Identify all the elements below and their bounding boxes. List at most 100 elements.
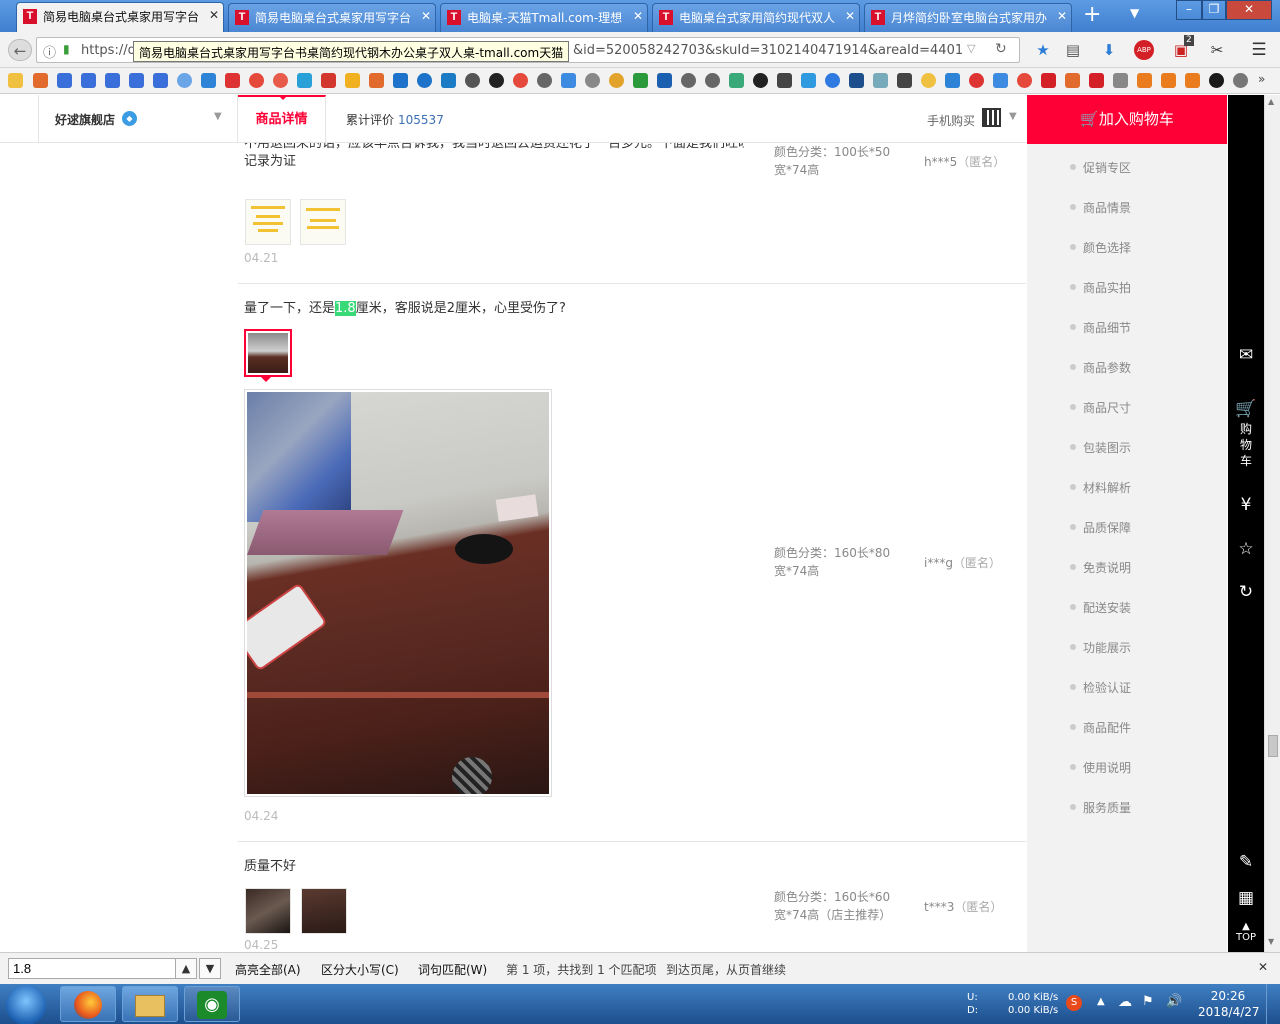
browser-tab-4[interactable]: T 电脑桌台式家用简约现代双人 ✕	[652, 3, 860, 32]
bookmark-icon[interactable]	[33, 73, 48, 88]
close-find-bar-icon[interactable]: ✕	[1258, 960, 1268, 974]
new-tab-icon[interactable]: +	[1083, 4, 1101, 26]
bookmark-icon[interactable]	[969, 73, 984, 88]
info-icon[interactable]: ⓘ	[43, 42, 56, 61]
bookmark-icon[interactable]	[273, 73, 288, 88]
bookmark-icon[interactable]	[609, 73, 624, 88]
bookmark-icon[interactable]	[1233, 73, 1248, 88]
bookmark-icon[interactable]	[441, 73, 456, 88]
side-nav-item[interactable]: 商品参数	[1069, 359, 1131, 376]
scrollbar-thumb[interactable]	[1268, 735, 1278, 757]
browser-tab-2[interactable]: T 简易电脑桌台式桌家用写字台 ✕	[228, 3, 436, 32]
bookmark-icon[interactable]	[81, 73, 96, 88]
bookmark-icon[interactable]	[345, 73, 360, 88]
side-nav-item[interactable]: 服务质量	[1069, 799, 1131, 816]
side-nav-item[interactable]: 促销专区	[1069, 159, 1131, 176]
extension-icon[interactable]: ▣ 2	[1170, 35, 1194, 61]
bookmark-icon[interactable]	[1161, 73, 1176, 88]
show-desktop-button[interactable]	[1266, 984, 1280, 1024]
sogou-ime-icon[interactable]: S	[1066, 995, 1082, 1011]
bookmark-icon[interactable]	[705, 73, 720, 88]
tab-product-details[interactable]: 商品详情	[238, 95, 326, 143]
side-nav-item[interactable]: 商品实拍	[1069, 279, 1131, 296]
bookmark-icon[interactable]	[369, 73, 384, 88]
qr-icon[interactable]: ▦	[1228, 888, 1264, 908]
bookmark-icon[interactable]	[1017, 73, 1032, 88]
bookmark-icon[interactable]	[129, 73, 144, 88]
edit-icon[interactable]: ✎	[1228, 852, 1264, 872]
match-case-toggle[interactable]: 区分大小写(C)	[321, 961, 399, 978]
bookmark-icon[interactable]	[297, 73, 312, 88]
bookmark-icon[interactable]	[153, 73, 168, 88]
bookmark-icon[interactable]	[177, 73, 192, 88]
bookmark-icon[interactable]	[657, 73, 672, 88]
adblock-icon[interactable]: ABP	[1134, 40, 1154, 60]
bookmark-icon[interactable]	[225, 73, 240, 88]
bookmark-icon[interactable]	[945, 73, 960, 88]
bookmark-icon[interactable]	[1209, 73, 1224, 88]
menu-hamburger-icon[interactable]: ☰	[1248, 39, 1270, 61]
overflow-chevron-icon[interactable]: »	[1258, 72, 1265, 86]
close-tab-icon[interactable]: ✕	[1057, 9, 1067, 23]
bookmark-icon[interactable]	[393, 73, 408, 88]
chevron-down-icon[interactable]: ▼	[1009, 111, 1017, 122]
find-previous-icon[interactable]: ▲	[175, 958, 197, 979]
back-arrow-icon[interactable]: ←	[8, 39, 32, 61]
bookmark-icon[interactable]	[1065, 73, 1080, 88]
page-scrollbar[interactable]: ▲ ▼	[1264, 95, 1280, 952]
bookmark-icon[interactable]	[489, 73, 504, 88]
bookmark-icon[interactable]	[801, 73, 816, 88]
side-nav-item[interactable]: 使用说明	[1069, 759, 1131, 776]
cart-label[interactable]: 购物车	[1240, 421, 1252, 469]
close-window-icon[interactable]: ✕	[1226, 0, 1272, 20]
side-nav-item[interactable]: 免责说明	[1069, 559, 1131, 576]
qr-code-icon[interactable]	[982, 108, 1001, 127]
file-explorer-taskbar-icon[interactable]	[122, 986, 178, 1022]
tab-list-chevron-icon[interactable]: ▼	[1130, 6, 1139, 20]
close-tab-icon[interactable]: ✕	[845, 9, 855, 23]
message-icon[interactable]: ✉	[1228, 345, 1264, 365]
bookmark-icon[interactable]	[729, 73, 744, 88]
star-icon[interactable]: ☆	[1228, 539, 1264, 559]
tab-reviews[interactable]: 累计评价 105537	[346, 111, 444, 128]
network-tray-icon[interactable]: ☁	[1118, 994, 1132, 1010]
bookmark-icon[interactable]	[993, 73, 1008, 88]
mobile-buy-label[interactable]: 手机购买	[927, 112, 975, 129]
side-nav-item[interactable]: 包装图示	[1069, 439, 1131, 456]
start-button-icon[interactable]	[6, 985, 46, 1024]
close-tab-icon[interactable]: ✕	[209, 8, 219, 22]
bookmark-icon[interactable]	[513, 73, 528, 88]
bookmark-icon[interactable]	[897, 73, 912, 88]
bookmark-icon[interactable]	[417, 73, 432, 88]
bookmark-icon[interactable]	[1137, 73, 1152, 88]
bookmark-icon[interactable]	[873, 73, 888, 88]
side-nav-item[interactable]: 商品尺寸	[1069, 399, 1131, 416]
side-nav-item[interactable]: 配送安装	[1069, 599, 1131, 616]
find-next-icon[interactable]: ▼	[199, 958, 221, 979]
history-icon[interactable]: ↻	[1228, 582, 1264, 602]
bookmark-icon[interactable]	[465, 73, 480, 88]
side-nav-item[interactable]: 颜色选择	[1069, 239, 1131, 256]
chevron-down-icon[interactable]: ▼	[214, 111, 222, 122]
minimize-icon[interactable]: –	[1176, 0, 1202, 20]
review-photo-thumbnail[interactable]	[245, 199, 291, 245]
app-eye-taskbar-icon[interactable]: ◉	[184, 986, 240, 1022]
download-icon[interactable]: ⬇	[1098, 39, 1120, 61]
review-photo-thumbnail-selected[interactable]	[244, 329, 292, 377]
find-input[interactable]	[8, 958, 176, 979]
bookmark-icon[interactable]	[921, 73, 936, 88]
scroll-up-arrow-icon[interactable]: ▲	[1268, 97, 1274, 106]
reload-icon[interactable]: ↻	[995, 41, 1007, 57]
bookmark-icon[interactable]	[585, 73, 600, 88]
bookmark-icon[interactable]	[1185, 73, 1200, 88]
side-nav-item[interactable]: 商品情景	[1069, 199, 1131, 216]
close-tab-icon[interactable]: ✕	[633, 9, 643, 23]
yen-icon[interactable]: ¥	[1228, 495, 1264, 515]
back-to-top-icon[interactable]: ▲ TOP	[1228, 921, 1264, 943]
side-nav-item[interactable]: 检验认证	[1069, 679, 1131, 696]
volume-icon[interactable]: 🔊	[1166, 994, 1182, 1009]
side-nav-item[interactable]: 材料解析	[1069, 479, 1131, 496]
add-to-cart-button[interactable]: 🛒加入购物车	[1027, 95, 1227, 144]
bookmark-icon[interactable]	[537, 73, 552, 88]
bookmark-icon[interactable]	[1041, 73, 1056, 88]
